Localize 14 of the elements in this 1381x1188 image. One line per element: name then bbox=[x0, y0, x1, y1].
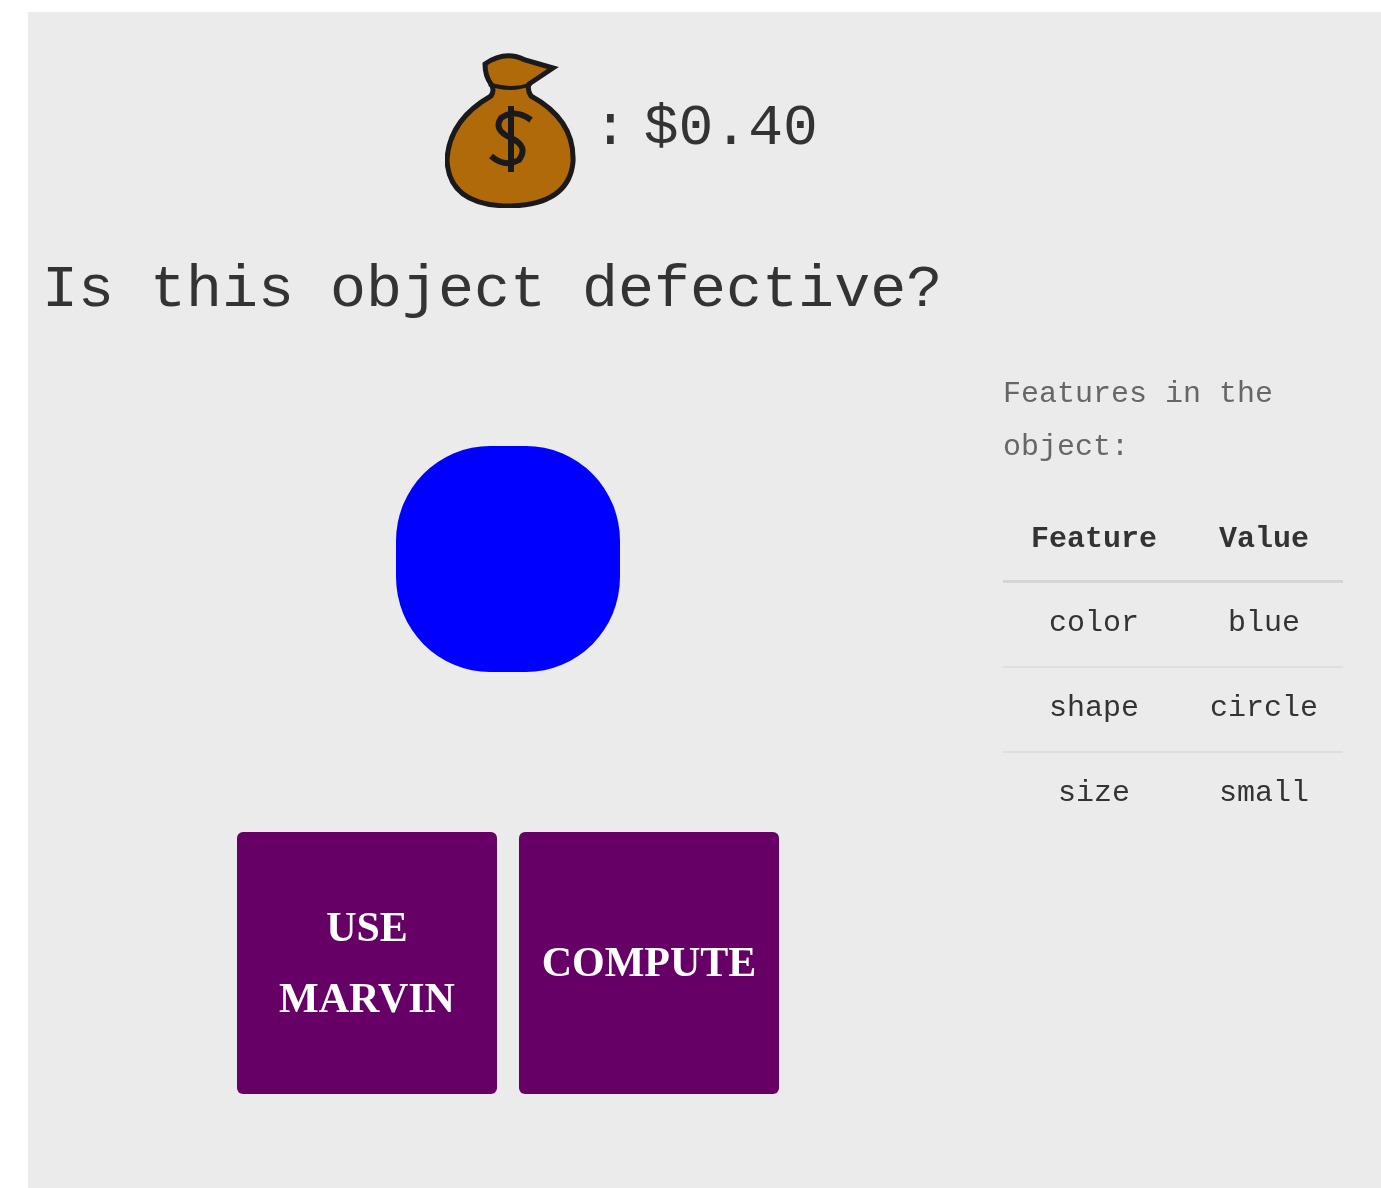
column-header: Feature bbox=[1003, 509, 1185, 582]
action-button[interactable]: COMPUTE bbox=[519, 832, 779, 1094]
balance-amount: $0.40 bbox=[643, 99, 818, 158]
action-button[interactable]: USE MARVIN bbox=[237, 832, 497, 1094]
table-cell: circle bbox=[1184, 667, 1343, 752]
table-cell: small bbox=[1184, 752, 1343, 836]
question-text: Is this object defective? bbox=[42, 255, 944, 326]
features-caption: Features in the object: bbox=[1003, 376, 1275, 466]
column-header: Value bbox=[1184, 509, 1343, 582]
balance-separator: : bbox=[593, 99, 628, 158]
table-cell: blue bbox=[1184, 581, 1343, 667]
table-cell: shape bbox=[1003, 667, 1185, 752]
table-cell: color bbox=[1003, 581, 1185, 667]
table-cell: size bbox=[1003, 752, 1185, 836]
